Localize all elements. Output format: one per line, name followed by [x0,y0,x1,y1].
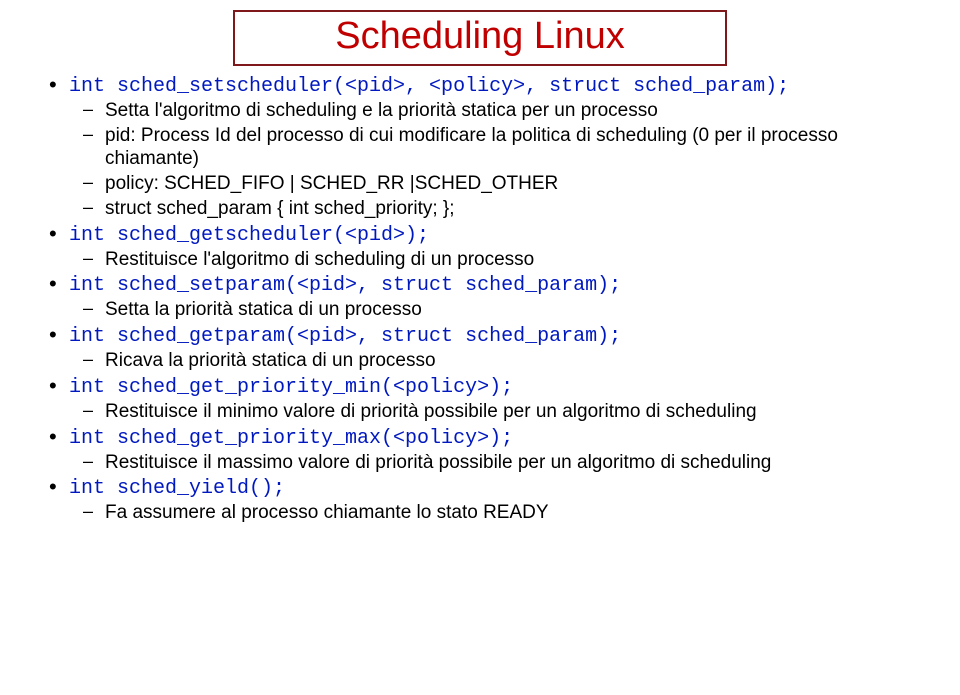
desc-text: policy: SCHED_FIFO | SCHED_RR |SCHED_OTH… [105,173,558,194]
desc-text: Setta la priorità statica di un processo [105,299,422,320]
slide-title: Scheduling Linux [335,15,624,57]
code-text: int sched_getparam(<pid>, struct sched_p… [69,325,621,348]
code-text: int sched_getscheduler(<pid>); [69,224,429,247]
code-text: int sched_setparam(<pid>, struct sched_p… [69,274,621,297]
code-text: int sched_get_priority_max(<policy>); [69,427,513,450]
desc-text: pid: Process Id del processo di cui modi… [105,125,838,170]
list-item: int sched_get_priority_min(<policy>); Re… [69,375,915,424]
desc-text: Fa assumere al processo chiamante lo sta… [105,502,549,523]
desc-text: struct sched_param { int sched_priority;… [105,198,455,219]
code-text: int sched_setscheduler(<pid>, <policy>, … [69,75,789,98]
list-item: int sched_setscheduler(<pid>, <policy>, … [69,74,915,221]
slide-title-box: Scheduling Linux [45,10,915,66]
desc-text: Ricava la priorità statica di un process… [105,350,436,371]
bullet-list: int sched_setscheduler(<pid>, <policy>, … [45,74,915,525]
list-item: int sched_yield(); Fa assumere al proces… [69,476,915,525]
code-text: int sched_get_priority_min(<policy>); [69,376,513,399]
desc-text: Restituisce il minimo valore di priorità… [105,401,757,422]
list-item: int sched_get_priority_max(<policy>); Re… [69,426,915,475]
desc-text: Restituisce il massimo valore di priorit… [105,452,771,473]
code-text: int sched_yield(); [69,477,285,500]
desc-text: Setta l'algoritmo di scheduling e la pri… [105,100,658,121]
list-item: int sched_setparam(<pid>, struct sched_p… [69,273,915,322]
title-border: Scheduling Linux [233,10,726,66]
desc-text: Restituisce l'algoritmo di scheduling di… [105,249,534,270]
list-item: int sched_getparam(<pid>, struct sched_p… [69,324,915,373]
list-item: int sched_getscheduler(<pid>); Restituis… [69,223,915,272]
